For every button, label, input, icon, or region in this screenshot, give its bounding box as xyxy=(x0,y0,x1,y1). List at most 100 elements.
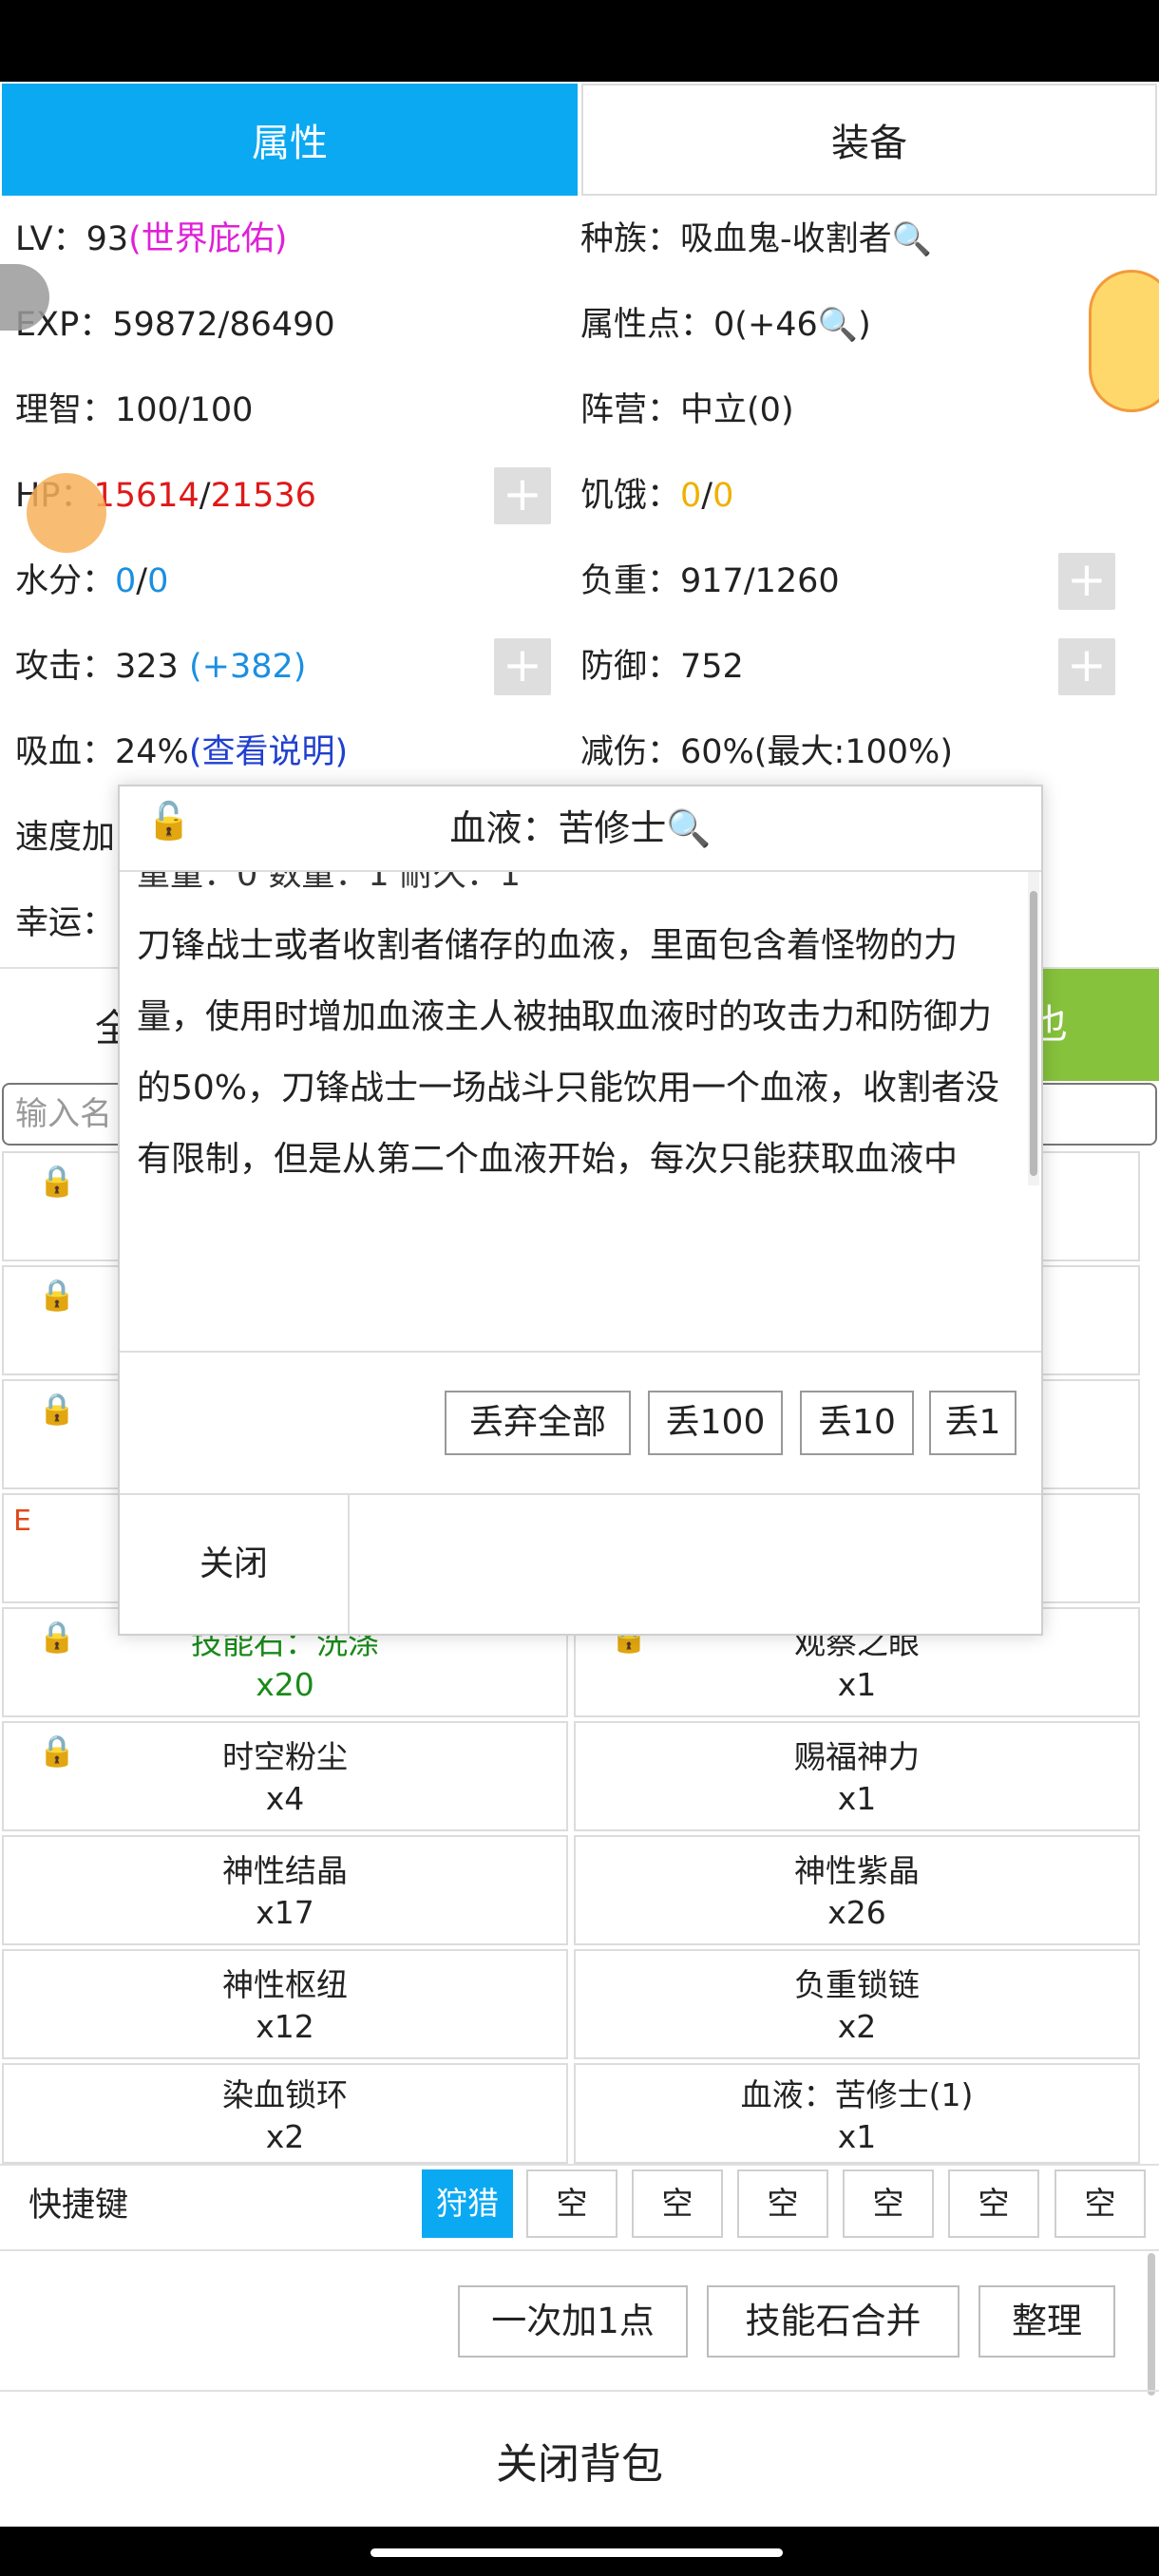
item-count: x2 xyxy=(837,2008,877,2045)
divider xyxy=(0,2164,1159,2166)
lock-icon[interactable]: 🔒 xyxy=(38,1163,76,1199)
hotkey-slot-4[interactable]: 空 xyxy=(737,2169,828,2238)
item-name: 神性紫晶 xyxy=(794,1852,920,1889)
close-bag-button[interactable]: 关闭背包 xyxy=(0,2403,1159,2527)
defense-plus-button[interactable]: + xyxy=(1058,638,1115,695)
divider xyxy=(120,1351,1041,1353)
list-item[interactable]: 负重锁链 x2 xyxy=(574,1949,1140,2059)
exp-value: 59872/86490 xyxy=(112,306,335,344)
drop-all-button[interactable]: 丢弃全部 xyxy=(445,1391,631,1455)
hotkey-slot-2[interactable]: 空 xyxy=(526,2169,618,2238)
leech-value: 24% xyxy=(115,733,189,771)
stat-exp: EXP：59872/86490 xyxy=(15,306,335,344)
status-bar xyxy=(0,0,1159,82)
magnifier-icon[interactable]: 🔍 xyxy=(666,807,711,849)
item-count: x1 xyxy=(837,1666,877,1703)
stat-water: 水分：0/0 xyxy=(15,562,169,600)
hp-plus-button[interactable]: + xyxy=(494,467,551,524)
tab-equipment[interactable]: 装备 xyxy=(581,84,1157,196)
item-detail-modal: 血液：苦修士🔍 🔓 重量：0 数量：1 耐久：1 刀锋战士或者收割者储存的血液，… xyxy=(118,785,1043,1636)
stat-load: 负重：917/1260 xyxy=(580,562,840,600)
item-name: 染血锁环 xyxy=(222,2076,348,2113)
hotkey-slot-3[interactable]: 空 xyxy=(632,2169,723,2238)
stat-points: 属性点：0(+46🔍) xyxy=(580,306,871,344)
stat-speed: 速度加 xyxy=(15,819,116,857)
attack-value: 323 xyxy=(115,648,179,686)
points-value: 0(+46 xyxy=(713,306,818,344)
item-count: x2 xyxy=(265,2118,305,2155)
list-item[interactable]: 神性紫晶 x26 xyxy=(574,1835,1140,1945)
attack-plus-button[interactable]: + xyxy=(494,638,551,695)
stat-leech: 吸血：24%(查看说明) xyxy=(15,733,349,771)
item-count: x1 xyxy=(837,2118,877,2155)
item-meta-line: 重量：0 数量：1 耐久：1 xyxy=(137,872,522,894)
lock-icon[interactable]: 🔒 xyxy=(38,1391,76,1427)
equipped-marker: E xyxy=(13,1505,31,1538)
avatar[interactable] xyxy=(1089,270,1159,412)
item-name: 负重锁链 xyxy=(794,1966,920,2003)
merge-skill-stones-button[interactable]: 技能石合并 xyxy=(707,2285,960,2358)
modal-title: 血液：苦修士🔍 xyxy=(449,807,712,849)
magnifier-icon[interactable]: 🔍 xyxy=(818,306,858,344)
list-item[interactable]: 神性结晶 x17 xyxy=(2,1835,568,1945)
load-value: 917/1260 xyxy=(680,562,840,600)
stat-race: 种族：吸血鬼-收割者🔍 xyxy=(580,220,932,258)
hotkey-slot-6[interactable]: 空 xyxy=(948,2169,1039,2238)
hp-current: 15614 xyxy=(93,477,200,515)
hotkey-slot-1[interactable]: 狩猎 xyxy=(422,2169,513,2238)
hotkey-slot-7[interactable]: 空 xyxy=(1054,2169,1146,2238)
home-indicator[interactable] xyxy=(370,2548,783,2557)
item-description: 刀锋战士或者收割者储存的血液，里面包含着怪物的力量，使用时增加血液主人被抽取血液… xyxy=(137,926,1000,1179)
magnifier-icon[interactable]: 🔍 xyxy=(892,220,932,258)
filter-green-button[interactable]: 也 xyxy=(1026,969,1159,1081)
list-item[interactable]: 🔒 时空粉尘 x4 xyxy=(2,1721,568,1831)
defense-value: 752 xyxy=(680,648,744,686)
list-item[interactable]: 染血锁环 x2 xyxy=(2,2063,568,2164)
divider xyxy=(0,2390,1159,2392)
world-blessing-link[interactable]: (世界庇佑) xyxy=(128,220,287,258)
list-item[interactable]: 神性枢纽 x12 xyxy=(2,1949,568,2059)
add-one-point-button[interactable]: 一次加1点 xyxy=(458,2285,688,2358)
lock-icon[interactable]: 🔒 xyxy=(38,1619,76,1655)
item-count: x20 xyxy=(256,1666,314,1703)
hp-max: 21536 xyxy=(210,477,316,515)
drop-10-button[interactable]: 丢10 xyxy=(800,1391,914,1455)
modal-scrollbar-thumb[interactable] xyxy=(1030,891,1037,1176)
item-count: x12 xyxy=(256,2008,314,2045)
modal-description-area[interactable]: 重量：0 数量：1 耐久：1 刀锋战士或者收割者储存的血液，里面包含着怪物的力量… xyxy=(120,872,1041,1185)
list-item[interactable]: 赐福神力 x1 xyxy=(574,1721,1140,1831)
stat-sanity: 理智：100/100 xyxy=(15,391,254,429)
level-label: LV： xyxy=(15,220,86,258)
drop-100-button[interactable]: 丢100 xyxy=(648,1391,783,1455)
floating-quick-button[interactable] xyxy=(27,473,106,553)
hotkey-label: 快捷键 xyxy=(28,2187,129,2225)
attack-bonus: (+382) xyxy=(188,648,307,686)
item-name: 赐福神力 xyxy=(794,1738,920,1775)
level-value: 93 xyxy=(86,220,129,258)
item-count: x1 xyxy=(837,1780,877,1817)
modal-close-button[interactable]: 关闭 xyxy=(120,1495,350,1634)
divider xyxy=(0,2249,1159,2251)
item-count: x17 xyxy=(256,1894,314,1931)
scrollbar[interactable] xyxy=(1148,2253,1155,2396)
item-count: x4 xyxy=(265,1780,305,1817)
item-name: 神性结晶 xyxy=(222,1852,348,1889)
item-name: 神性枢纽 xyxy=(222,1966,348,2003)
drop-1-button[interactable]: 丢1 xyxy=(929,1391,1016,1455)
camp-value: 中立(0) xyxy=(680,391,794,429)
stat-defense: 防御：752 xyxy=(580,648,744,686)
unlock-icon[interactable]: 🔓 xyxy=(146,800,191,843)
stat-damage-reduction: 减伤：60%(最大:100%) xyxy=(580,733,953,771)
stat-luck: 幸运： xyxy=(15,904,116,942)
tab-attributes[interactable]: 属性 xyxy=(2,84,578,196)
hotkey-slot-5[interactable]: 空 xyxy=(843,2169,934,2238)
lock-icon[interactable]: 🔒 xyxy=(38,1733,76,1769)
sort-button[interactable]: 整理 xyxy=(978,2285,1115,2358)
leech-info-link[interactable]: (查看说明) xyxy=(189,733,348,771)
load-plus-button[interactable]: + xyxy=(1058,553,1115,610)
list-item[interactable]: 血液：苦修士(1) x1 xyxy=(574,2063,1140,2164)
damage-reduction-value: 60%(最大:100%) xyxy=(680,733,953,771)
race-value: 吸血鬼-收割者 xyxy=(680,220,892,258)
stat-camp: 阵营：中立(0) xyxy=(580,391,794,429)
lock-icon[interactable]: 🔒 xyxy=(38,1277,76,1313)
